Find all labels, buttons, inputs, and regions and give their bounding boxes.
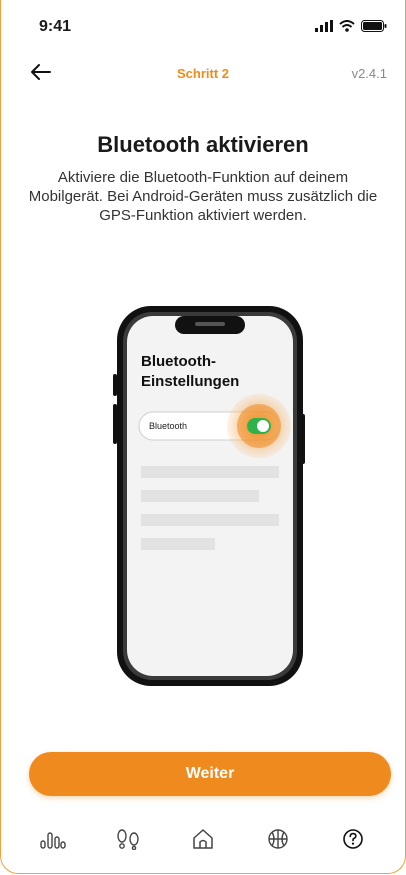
footprints-icon: [117, 829, 139, 850]
illustration-settings-title-line2: Einstellungen: [141, 373, 239, 390]
nav-sports[interactable]: [258, 824, 298, 854]
status-icons: [315, 20, 387, 32]
cellular-signal-icon: [315, 20, 333, 32]
help-icon: [343, 829, 364, 849]
page-title: Bluetooth aktivieren: [97, 132, 309, 157]
battery-icon: [361, 20, 387, 32]
page-description: Aktiviere die Bluetooth-Funktion auf dei…: [28, 169, 378, 224]
placeholder-line: [141, 514, 279, 526]
placeholder-line: [141, 538, 215, 550]
basketball-icon: [268, 829, 288, 849]
placeholder-line: [141, 490, 259, 502]
next-button[interactable]: Weiter: [29, 752, 391, 796]
phone-illustration: Bluetooth- Einstellungen Bluetooth: [113, 306, 305, 686]
app-screen: 9:41 Schritt 2 v2.4.1 Bluetooth aktivier…: [0, 0, 406, 874]
placeholder-line: [141, 466, 279, 478]
bottom-navigation: [1, 824, 405, 854]
status-time: 9:41: [39, 18, 72, 35]
nav-activity[interactable]: [108, 824, 148, 854]
status-bar: 9:41: [1, 0, 405, 48]
nav-help[interactable]: [333, 824, 373, 854]
nav-home[interactable]: [183, 824, 223, 854]
step-indicator: Schritt 2: [176, 66, 229, 81]
app-version: v2.4.1: [351, 66, 387, 81]
illustration-settings-title-line1: Bluetooth-: [141, 353, 216, 370]
stats-icon: [39, 832, 66, 849]
illustration-bluetooth-label: Bluetooth: [149, 421, 187, 431]
wifi-icon: [339, 20, 355, 32]
nav-stats[interactable]: [33, 824, 73, 854]
home-icon: [193, 829, 213, 849]
